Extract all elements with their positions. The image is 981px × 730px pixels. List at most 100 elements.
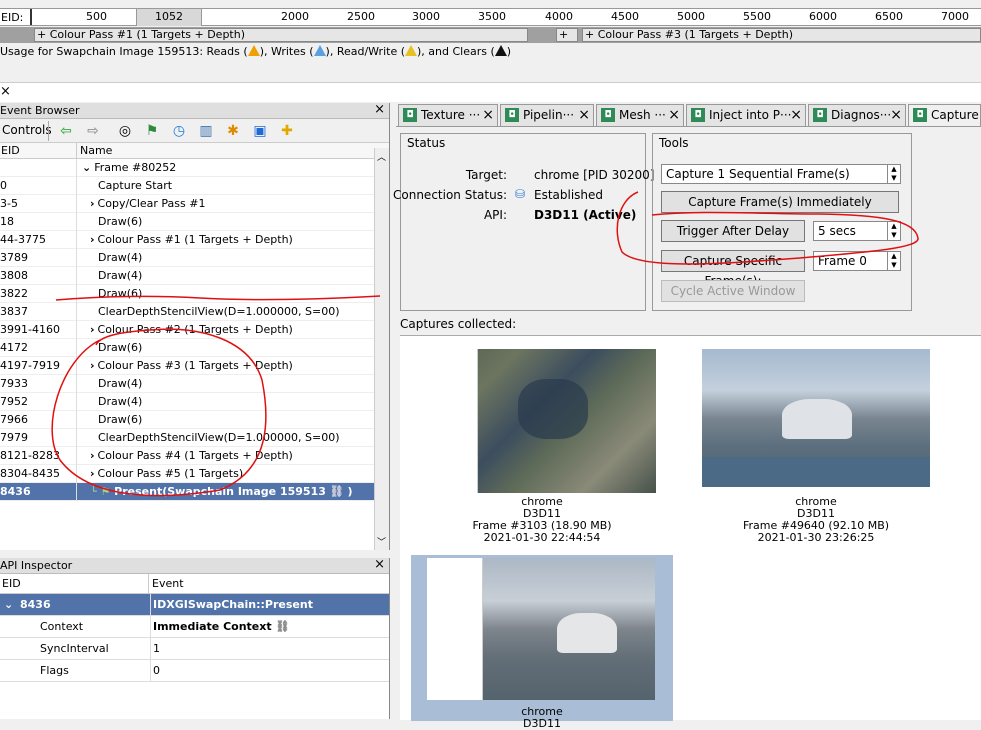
capture-immediately-button[interactable]: Capture Frame(s) Immediately xyxy=(661,191,899,213)
connection-status-label: Connection Status: xyxy=(393,188,507,202)
close-icon[interactable]: × xyxy=(0,84,11,99)
link-icon[interactable]: ⛓ xyxy=(326,485,348,498)
expand-chevron-icon[interactable]: ⌄ xyxy=(82,161,91,174)
event-eid: 3991-4160 xyxy=(0,323,60,336)
window-icon: ◘ xyxy=(691,108,705,122)
event-row[interactable]: 7952 Draw(4) xyxy=(0,393,389,411)
forward-arrow-icon[interactable]: ⇨ xyxy=(84,122,102,140)
collapse-chevron-icon[interactable]: › xyxy=(90,359,95,372)
event-row[interactable]: 7966 Draw(6) xyxy=(0,411,389,429)
column-name[interactable]: Name xyxy=(80,144,112,157)
settings-gear-icon[interactable]: ✱ xyxy=(224,122,242,140)
timer-icon[interactable]: ◷ xyxy=(170,122,188,140)
timeline-bar[interactable]: EID: 500 1052 2000 2500 3000 3500 4000 4… xyxy=(0,0,981,58)
collapse-chevron-icon[interactable]: › xyxy=(90,197,95,210)
column-event[interactable]: Event xyxy=(152,574,184,594)
event-row[interactable]: 18 Draw(6) xyxy=(0,213,389,231)
cycle-active-window-button[interactable]: Cycle Active Window xyxy=(661,280,805,302)
event-row[interactable]: 4172 Draw(6) xyxy=(0,339,389,357)
close-icon[interactable]: × xyxy=(890,105,902,125)
connection-status-value: Established xyxy=(534,188,604,202)
expand-chevron-icon[interactable]: ⌄ xyxy=(4,594,13,616)
column-eid[interactable]: EID xyxy=(1,144,20,157)
close-icon[interactable]: × xyxy=(374,557,385,573)
close-icon[interactable]: × xyxy=(374,102,385,118)
tab-diagnostics[interactable]: ◘ Diagnos··· × xyxy=(808,104,906,126)
tab-mesh-viewer[interactable]: ◘ Mesh ··· × xyxy=(596,104,684,126)
tab-capture-connection[interactable]: ◘ Capture C xyxy=(908,104,981,126)
capture-item[interactable]: chrome D3D11 Frame #3103 (18.90 MB) 2021… xyxy=(428,349,656,544)
capture-frames-select[interactable]: Capture 1 Sequential Frame(s) ▲ ▼ xyxy=(661,164,901,184)
event-browser-title: Event Browser × xyxy=(0,102,389,119)
capture-item[interactable]: chrome D3D11 Frame #49640 (92.10 MB) 202… xyxy=(702,349,930,544)
timeline-pass[interactable]: + xyxy=(556,28,578,42)
collapse-chevron-icon[interactable]: › xyxy=(90,467,95,480)
tab-pipeline-state[interactable]: ◘ Pipelin··· × xyxy=(500,104,594,126)
puzzle-icon[interactable]: ✚ xyxy=(278,122,296,140)
event-row[interactable]: 0 Capture Start xyxy=(0,177,389,195)
event-list-scrollbar[interactable]: ︿ ﹀ xyxy=(374,148,389,550)
event-row[interactable]: 7933 Draw(4) xyxy=(0,375,389,393)
capture-item-selected[interactable]: chrome D3D11 xyxy=(411,555,673,730)
back-arrow-icon[interactable]: ⇦ xyxy=(57,122,75,140)
api-row-present[interactable]: ⌄ 8436 IDXGISwapChain::Present xyxy=(0,594,389,616)
binoculars-icon[interactable]: ◎ xyxy=(116,122,134,140)
api-param-row[interactable]: Context Immediate Context ⛓ xyxy=(0,616,389,638)
event-eid: 7979 xyxy=(0,431,28,444)
link-icon[interactable]: ⛓ xyxy=(272,620,289,633)
timeline-passes[interactable]: + Colour Pass #1 (1 Targets + Depth) + +… xyxy=(0,27,981,43)
event-row[interactable]: 7979 ClearDepthStencilView(D=1.000000, S=… xyxy=(0,429,389,447)
timeline-pass[interactable]: + Colour Pass #1 (1 Targets + Depth) xyxy=(34,28,528,42)
event-row[interactable]: 3991-4160 › Colour Pass #2 (1 Targets + De… xyxy=(0,321,389,339)
event-name-cell: Draw(6) xyxy=(98,411,142,429)
close-icon[interactable]: × xyxy=(668,105,680,125)
tick-label: 500 xyxy=(86,10,107,23)
tab-inject-process[interactable]: ◘ Inject into P··· × xyxy=(686,104,806,126)
collapse-chevron-icon[interactable]: › xyxy=(90,233,95,246)
collapse-chevron-icon[interactable]: › xyxy=(90,449,95,462)
param-value: 0 xyxy=(150,660,160,682)
scroll-up-icon[interactable]: ︿ xyxy=(377,150,386,163)
captures-list[interactable]: chrome D3D11 Frame #3103 (18.90 MB) 2021… xyxy=(400,335,981,730)
event-eid: 3-5 xyxy=(0,197,18,210)
collapse-chevron-icon[interactable]: › xyxy=(90,323,95,336)
event-row[interactable]: 4197-7919 › Colour Pass #3 (1 Targets + De… xyxy=(0,357,389,375)
event-row[interactable]: 8121-8283 › Colour Pass #4 (1 Targets + De… xyxy=(0,447,389,465)
event-row[interactable]: 8436 └ ⚑ Present(Swapchain Image 159513 ⛓… xyxy=(0,483,389,501)
column-divider xyxy=(76,375,77,393)
timeline-pass[interactable]: + Colour Pass #3 (1 Targets + Depth) xyxy=(582,28,981,42)
panel-title-text: Event Browser xyxy=(0,104,80,117)
column-divider xyxy=(76,357,77,375)
event-row[interactable]: 3808 Draw(4) xyxy=(0,267,389,285)
event-row[interactable]: 3-5 › Copy/Clear Pass #1 xyxy=(0,195,389,213)
api-param-row[interactable]: SyncInterval 1 xyxy=(0,638,389,660)
capture-specific-frames-button[interactable]: Capture Specific Frame(s): xyxy=(661,250,805,288)
spinner-icon[interactable]: ▲ ▼ xyxy=(887,252,900,270)
frame-input[interactable]: Frame 0 ▲ ▼ xyxy=(813,251,901,271)
api-inspector-title: API Inspector × xyxy=(0,557,389,574)
tab-texture-viewer[interactable]: ◘ Texture ··· × xyxy=(398,104,498,126)
event-row[interactable]: 8304-8435 › Colour Pass #5 (1 Targets) xyxy=(0,465,389,483)
scroll-down-icon[interactable]: ﹀ xyxy=(377,535,386,548)
column-divider xyxy=(76,483,77,501)
delay-input[interactable]: 5 secs ▲ ▼ xyxy=(813,221,901,241)
event-browser-toolbar: Controls ⇦ ⇨ ◎ ⚑ ◷ ▥ ✱ ▣ ✚ xyxy=(0,119,389,143)
bookmark-flag-icon[interactable]: ⚑ xyxy=(143,122,161,140)
event-row[interactable]: 3789 Draw(4) xyxy=(0,249,389,267)
event-row[interactable]: 3837 ClearDepthStencilView(D=1.000000, S=… xyxy=(0,303,389,321)
event-row[interactable]: ⌄ Frame #80252 xyxy=(0,159,389,177)
close-icon[interactable]: × xyxy=(482,105,494,125)
event-list[interactable]: ⌄ Frame #80252 0 Capture Start 3-5 › Copy/Clea… xyxy=(0,159,389,545)
close-icon[interactable]: × xyxy=(578,105,590,125)
spinner-icon[interactable]: ▲ ▼ xyxy=(887,165,900,183)
spinner-icon[interactable]: ▲ ▼ xyxy=(887,222,900,240)
tick-label: 4500 xyxy=(611,10,639,23)
api-param-row[interactable]: Flags 0 xyxy=(0,660,389,682)
event-row[interactable]: 3822 Draw(6) xyxy=(0,285,389,303)
save-icon[interactable]: ▣ xyxy=(251,122,269,140)
column-eid[interactable]: EID xyxy=(2,574,21,594)
event-row[interactable]: 44-3775 › Colour Pass #1 (1 Targets + Dept… xyxy=(0,231,389,249)
trigger-after-delay-button[interactable]: Trigger After Delay xyxy=(661,220,805,242)
statistics-icon[interactable]: ▥ xyxy=(197,122,215,140)
close-icon[interactable]: × xyxy=(790,105,802,125)
